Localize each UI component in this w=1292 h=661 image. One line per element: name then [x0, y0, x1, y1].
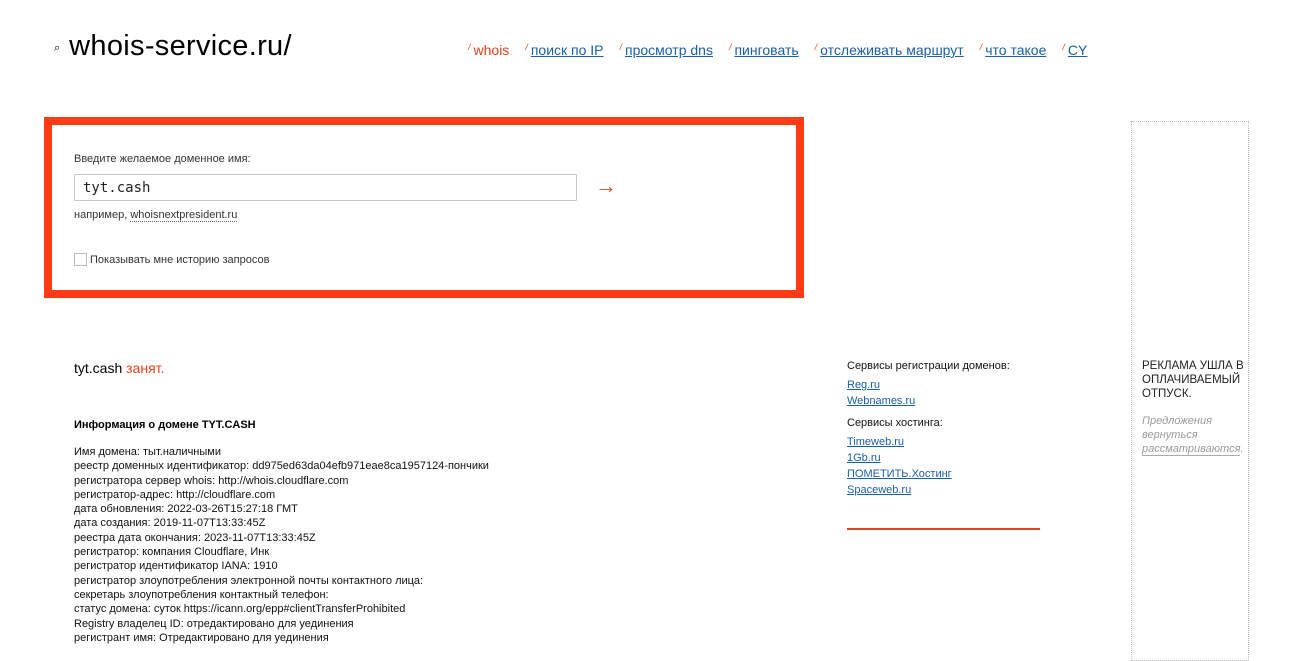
nav-link-whois[interactable]: whois [474, 42, 510, 58]
registration-services-heading: Сервисы регистрации доменов: [847, 360, 1010, 372]
nav-link-cy[interactable]: CY [1068, 42, 1087, 58]
info-line: регистратор идентификатор IANA: 1910 [74, 560, 278, 573]
nav-item-ip-search[interactable]: / поиск по IP [525, 42, 603, 58]
nav-slash: / [814, 42, 818, 52]
info-line: секретарь злоупотребления контактный тел… [74, 588, 329, 601]
service-link-timeweb[interactable]: Timeweb.ru [847, 436, 1010, 448]
logo-text: whois-service.ru/ [69, 30, 292, 62]
example-prefix: например, [74, 209, 131, 221]
example-hint: например, whoisnextpresident.ru [74, 209, 238, 222]
result-taken-badge: занят. [126, 360, 165, 376]
service-link-reg-ru[interactable]: Reg.ru [847, 379, 1010, 391]
nav-item-dns[interactable]: / просмотр dns [620, 42, 713, 58]
example-link[interactable]: whoisnextpresident.ru [130, 209, 238, 222]
info-line: регистратор: компания Cloudflare, Инк [74, 546, 270, 559]
domain-input[interactable] [74, 174, 577, 201]
service-link-webnames[interactable]: Webnames.ru [847, 395, 1010, 407]
nav-link-dns[interactable]: просмотр dns [625, 42, 713, 58]
services-divider [847, 528, 1040, 530]
domain-info-title: Информация о домене TYT.CASH [74, 419, 256, 431]
ad-sidebar: РЕКЛАМА УШЛА В ОПЛАЧИВАЕМЫЙ ОТПУСК. Пред… [1131, 121, 1249, 661]
nav-link-what-is[interactable]: что такое [985, 42, 1046, 58]
info-line: регистратор-адрес: http://cloudflare.com [74, 488, 276, 501]
service-link-hosting[interactable]: ПОМЕТИТЬ.Хостинг [847, 468, 1010, 480]
nav-link-traceroute[interactable]: отслеживать маршрут [820, 42, 964, 58]
nav-slash: / [979, 42, 983, 52]
search-icon: ⌕ [54, 42, 61, 54]
info-line: реестра дата окончания: 2023-11-07T13:33… [74, 531, 316, 544]
submit-arrow-icon[interactable]: → [595, 175, 617, 197]
service-link-1gb[interactable]: 1Gb.ru [847, 452, 1010, 464]
info-line: дата обновления: 2022-03-26T15:27:18 ГМТ [74, 503, 298, 516]
nav-slash: / [1062, 42, 1065, 52]
service-link-spaceweb[interactable]: Spaceweb.ru [847, 484, 1010, 496]
ad-note: Предложения вернуться рассматриваются. [1142, 414, 1247, 456]
ad-title: РЕКЛАМА УШЛА В ОПЛАЧИВАЕМЫЙ ОТПУСК. [1142, 360, 1244, 400]
ad-note-link[interactable]: рассматриваются [1142, 443, 1241, 456]
history-checkbox[interactable] [74, 253, 87, 266]
hosting-services-heading: Сервисы хостинга: [847, 417, 943, 429]
nav-slash: / [728, 42, 732, 52]
domain-info-list: Имя домена: тыт.наличными реестр доменны… [74, 445, 489, 645]
info-line: реестр доменных идентификатор: dd975ed63… [74, 460, 489, 473]
result-domain: tyt.cash [74, 360, 123, 376]
nav-link-ip-search[interactable]: поиск по IP [531, 42, 604, 58]
nav-item-what-is[interactable]: / что такое [980, 42, 1047, 58]
info-line: Имя домена: тыт.наличными [74, 446, 221, 458]
nav-item-cy[interactable]: / CY [1062, 42, 1087, 58]
info-line: регистратор злоупотребления электронной … [74, 574, 424, 587]
services-panel: Сервисы регистрации доменов: Reg.ru Webn… [847, 360, 1010, 500]
site-logo[interactable]: ⌕ whois-service.ru/ [54, 30, 292, 63]
nav-slash: / [619, 42, 623, 52]
nav-item-traceroute[interactable]: / отслеживать маршрут [815, 42, 964, 58]
nav-item-ping[interactable]: / пинговать [729, 42, 799, 58]
search-label: Введите желаемое доменное имя: [74, 153, 251, 165]
info-line: регистрант имя: Отредактировано для уеди… [74, 631, 329, 644]
info-line: статус домена: суток https://icann.org/e… [74, 603, 406, 616]
nav-link-ping[interactable]: пинговать [734, 42, 798, 58]
ad-note-prefix: Предложения вернуться [1142, 415, 1212, 441]
info-line: дата создания: 2019-11-07T13:33:45Z [74, 517, 266, 530]
nav-item-whois[interactable]: / whois [468, 42, 509, 58]
ad-note-suffix: . [1240, 443, 1244, 455]
whois-search-form: Введите желаемое доменное имя: → наприме… [44, 117, 804, 298]
nav-slash: / [468, 42, 471, 52]
info-line: регистратора сервер whois: http://whois.… [74, 474, 349, 487]
info-line: Registry владелец ID: отредактировано дл… [74, 617, 354, 630]
nav-slash: / [525, 42, 528, 52]
history-label: Показывать мне историю запросов [90, 253, 270, 266]
main-nav: / whois / поиск по IP / просмотр dns / п… [468, 42, 1103, 58]
history-option[interactable]: Показывать мне историю запросов [74, 253, 269, 266]
result-status: tyt.cash занят. [74, 360, 164, 376]
